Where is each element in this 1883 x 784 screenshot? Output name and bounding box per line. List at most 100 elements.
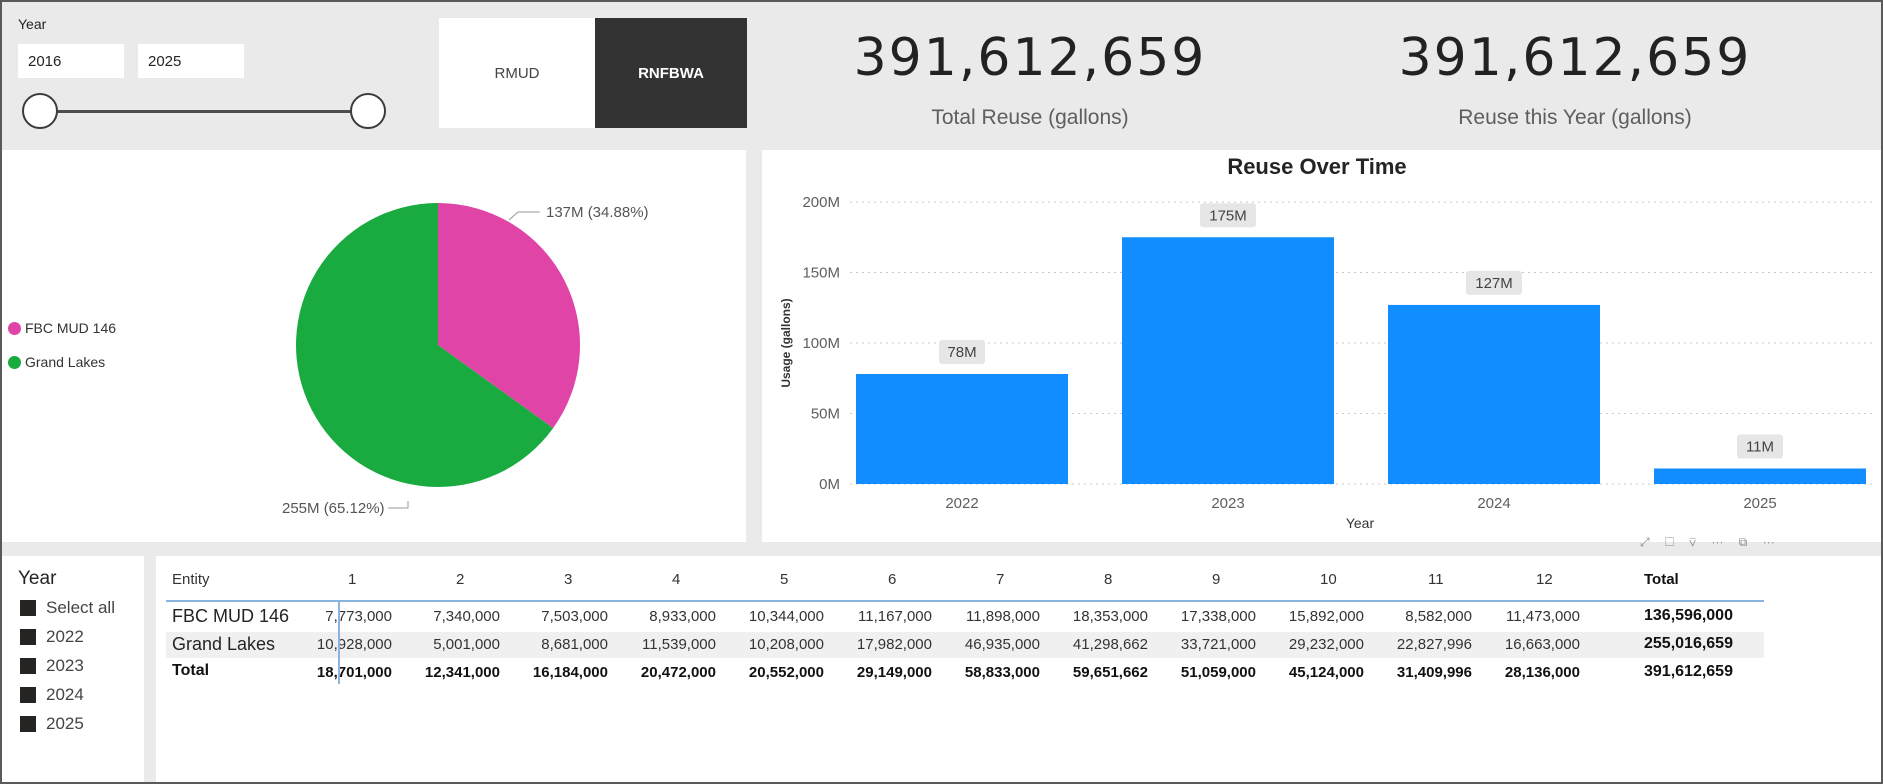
column-header[interactable]: 4	[672, 571, 680, 588]
year-range-slicer[interactable]: Year 2016 2025	[0, 0, 430, 144]
year-reuse-label: Reuse this Year (gallons)	[1458, 106, 1692, 129]
x-tick-label: 2022	[945, 495, 978, 512]
leader-line-0	[508, 211, 540, 221]
table-cell: 11,539,000	[642, 636, 716, 653]
y-tick-label: 200M	[802, 194, 840, 211]
table-cell: 18,701,000	[316, 664, 392, 681]
table-cell: 15,892,000	[1288, 608, 1364, 625]
table-cell: 29,149,000	[856, 664, 932, 681]
column-header[interactable]: 3	[564, 571, 572, 588]
column-header[interactable]: 2	[456, 571, 464, 588]
table-cell: 17,982,000	[856, 636, 932, 653]
row-entity[interactable]: FBC MUD 146	[172, 606, 289, 627]
column-header[interactable]: 1	[348, 571, 356, 588]
table-cell: 58,833,000	[964, 664, 1040, 681]
pie-chart-panel: FBC MUD 146 Grand Lakes 137M (34.88%) 255…	[0, 150, 746, 542]
column-header[interactable]: 7	[996, 571, 1004, 588]
table-cell: 12,341,000	[424, 664, 500, 681]
column-header[interactable]: 8	[1104, 571, 1112, 588]
total-reuse-value: 391,612,659	[853, 28, 1207, 88]
table-cell: 59,651,662	[1072, 664, 1148, 681]
column-header[interactable]: 10	[1320, 571, 1337, 588]
row-entity[interactable]: Total	[172, 662, 209, 680]
slider-track[interactable]	[40, 110, 368, 113]
bar-2024[interactable]	[1388, 304, 1600, 484]
column-header[interactable]: 6	[888, 571, 896, 588]
start-year-input[interactable]: 2016	[18, 44, 124, 78]
table-cell: 5,001,000	[433, 636, 500, 653]
table-cell: 18,353,000	[1072, 608, 1148, 625]
checkbox-icon[interactable]	[20, 629, 36, 645]
slicer-item-label: 2022	[46, 627, 84, 646]
table-cell: 7,503,000	[541, 608, 608, 625]
row-entity[interactable]: Grand Lakes	[172, 634, 275, 655]
rmud-button[interactable]: RMUD	[439, 18, 595, 128]
table-cell: 51,059,000	[1180, 664, 1256, 681]
entity-divider	[338, 602, 340, 684]
row-total: 136,596,000	[1644, 607, 1733, 624]
end-year-input[interactable]: 2025	[138, 44, 244, 78]
slicer-item[interactable]: Select all	[20, 598, 115, 618]
table-cell: 46,935,000	[964, 636, 1040, 653]
column-header[interactable]: Total	[1644, 571, 1679, 588]
table-cell: 16,663,000	[1504, 636, 1580, 653]
slicer-item-label: 2023	[46, 656, 84, 675]
rnfbwa-button[interactable]: RNFBWA	[595, 18, 747, 128]
table-cell: 8,933,000	[649, 608, 716, 625]
slider-end-handle[interactable]	[350, 93, 386, 129]
x-tick-label: 2023	[1211, 495, 1244, 512]
x-tick-label: 2025	[1743, 495, 1776, 512]
bar-2023[interactable]	[1122, 237, 1334, 484]
table-cell: 10,928,000	[316, 636, 392, 653]
table-cell: 16,184,000	[532, 664, 608, 681]
slicer-item-label: Select all	[46, 598, 115, 617]
table-cell: 20,552,000	[748, 664, 824, 681]
table-cell: 29,232,000	[1288, 636, 1364, 653]
column-header[interactable]: 11	[1428, 571, 1444, 588]
data-label: 127M	[1475, 275, 1513, 292]
data-label: 78M	[947, 344, 976, 361]
slicer-item-label: 2025	[46, 714, 84, 733]
y-axis-title: Usage (gallons)	[779, 298, 793, 387]
year-list-slicer: Year Select all 2022 2023 2024 2025	[0, 556, 144, 784]
bar-2022[interactable]	[856, 374, 1068, 484]
table-cell: 11,167,000	[858, 608, 932, 625]
column-header[interactable]: 9	[1212, 571, 1220, 588]
x-tick-label: 2024	[1477, 495, 1510, 512]
checkbox-icon[interactable]	[20, 600, 36, 616]
column-header[interactable]: 12	[1536, 571, 1553, 588]
table-cell: 20,472,000	[640, 664, 716, 681]
y-tick-label: 100M	[802, 335, 840, 352]
checkbox-icon[interactable]	[20, 687, 36, 703]
table-cell: 28,136,000	[1504, 664, 1580, 681]
slider-start-handle[interactable]	[22, 93, 58, 129]
table-cell: 8,681,000	[541, 636, 608, 653]
y-tick-label: 150M	[802, 265, 840, 282]
pie-label-1: 255M (65.12%)	[282, 500, 385, 517]
pie-label-0: 137M (34.88%)	[546, 204, 649, 221]
y-tick-label: 50M	[811, 406, 840, 423]
slicer-item[interactable]: 2023	[20, 656, 84, 676]
slicer-item[interactable]: 2022	[20, 627, 84, 647]
slicer-item[interactable]: 2024	[20, 685, 84, 705]
year-reuse-value: 391,612,659	[1398, 28, 1752, 88]
table-cell: 45,124,000	[1288, 664, 1364, 681]
header-divider	[166, 600, 1764, 602]
checkbox-icon[interactable]	[20, 658, 36, 674]
checkbox-icon[interactable]	[20, 716, 36, 732]
table-cell: 31,409,996	[1396, 664, 1472, 681]
table-cell: 7,340,000	[433, 608, 500, 625]
column-header[interactable]: Entity	[172, 571, 210, 588]
column-header[interactable]: 5	[780, 571, 788, 588]
table-cell: 33,721,000	[1180, 636, 1256, 653]
table-cell: 7,773,000	[325, 608, 392, 625]
bar-chart: Reuse Over Time 0M 50M 100M 150M 200M Usage (g…	[779, 154, 1872, 531]
slicer-item[interactable]: 2025	[20, 714, 84, 734]
data-label: 11M	[1746, 438, 1774, 455]
table-cell: 17,338,000	[1180, 608, 1256, 625]
visual-toolbar[interactable]: ⤢ ☐ ⊽ ⋯ ⧉ ⋯	[1640, 535, 1781, 550]
bar-2025[interactable]	[1654, 468, 1866, 484]
table-cell: 41,298,662	[1072, 636, 1148, 653]
table-cell: 10,208,000	[748, 636, 824, 653]
bar-chart-panel: Reuse Over Time 0M 50M 100M 150M 200M Usage (g…	[762, 150, 1883, 542]
